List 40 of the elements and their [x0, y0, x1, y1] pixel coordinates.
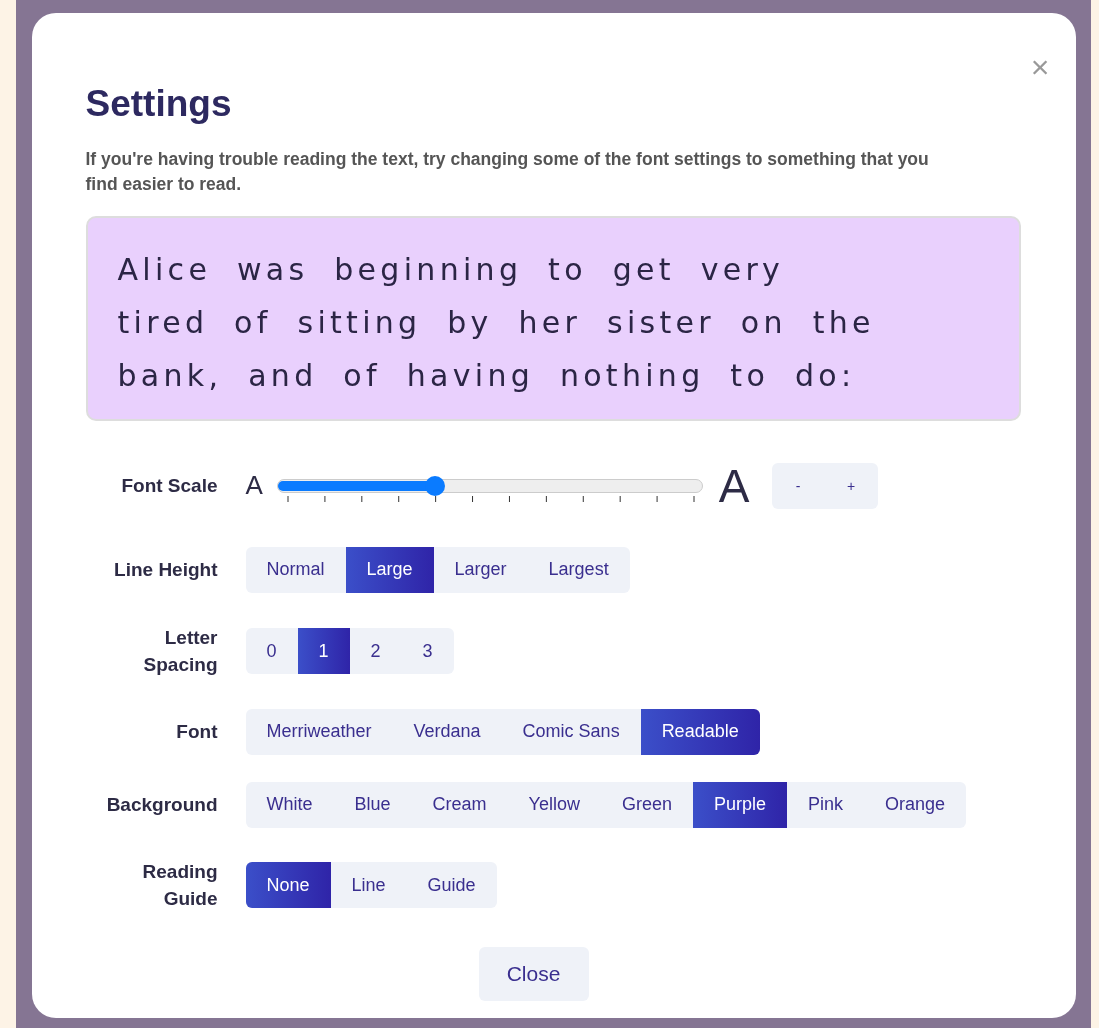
option-button[interactable]: Pink [787, 781, 864, 828]
dialog-title: Settings [85, 83, 233, 125]
option-button[interactable]: 0 [245, 628, 298, 675]
preview-text: tired of sitting by her sister on the [117, 304, 876, 341]
dialog-description: If you're having trouble reading the text, try changing some of the font settings to something that you find easier to read. [85, 148, 930, 197]
option-button[interactable]: Comic Sans [501, 708, 641, 755]
option-button[interactable]: Cream [411, 781, 508, 828]
small-font-glyph: A [245, 470, 263, 502]
slider-thumb[interactable] [424, 475, 445, 496]
option-label: Font [175, 720, 218, 745]
preview-text: bank, and of having nothing to do: [117, 357, 857, 394]
option-label: Reading Guide [141, 859, 218, 912]
option-button[interactable]: None [245, 862, 331, 909]
option-button[interactable]: 2 [349, 628, 402, 675]
option-label: Font Scale [120, 473, 218, 498]
option-button[interactable]: Guide [406, 862, 497, 909]
preview-text: Alice was beginning to get very [117, 251, 786, 288]
option-label: Background [105, 793, 218, 818]
option-button[interactable]: White [245, 781, 334, 828]
option-button[interactable]: Large [345, 546, 434, 593]
option-label: Letter Spacing [142, 625, 218, 678]
option-button[interactable]: Normal [245, 546, 346, 593]
option-button[interactable]: Purple [692, 781, 787, 828]
option-button[interactable]: Readable [640, 708, 760, 755]
option-button[interactable]: Larger [433, 546, 528, 593]
option-button[interactable]: 3 [401, 628, 454, 675]
option-button[interactable]: Merriweather [245, 708, 393, 755]
option-button[interactable]: Orange [864, 781, 967, 828]
increase-button[interactable]: + [824, 462, 878, 509]
option-button[interactable]: Line [330, 862, 407, 909]
large-font-glyph: A [718, 458, 750, 513]
option-button[interactable]: Blue [333, 781, 412, 828]
option-button[interactable]: Largest [527, 546, 630, 593]
option-button[interactable]: Verdana [392, 708, 502, 755]
option-label: Line Height [113, 557, 218, 582]
option-button[interactable]: Yellow [507, 781, 601, 828]
option-button[interactable]: 1 [297, 628, 350, 675]
close-button[interactable]: Close [478, 946, 589, 1001]
option-button[interactable]: Green [600, 781, 693, 828]
decrease-button[interactable]: - [771, 462, 825, 509]
